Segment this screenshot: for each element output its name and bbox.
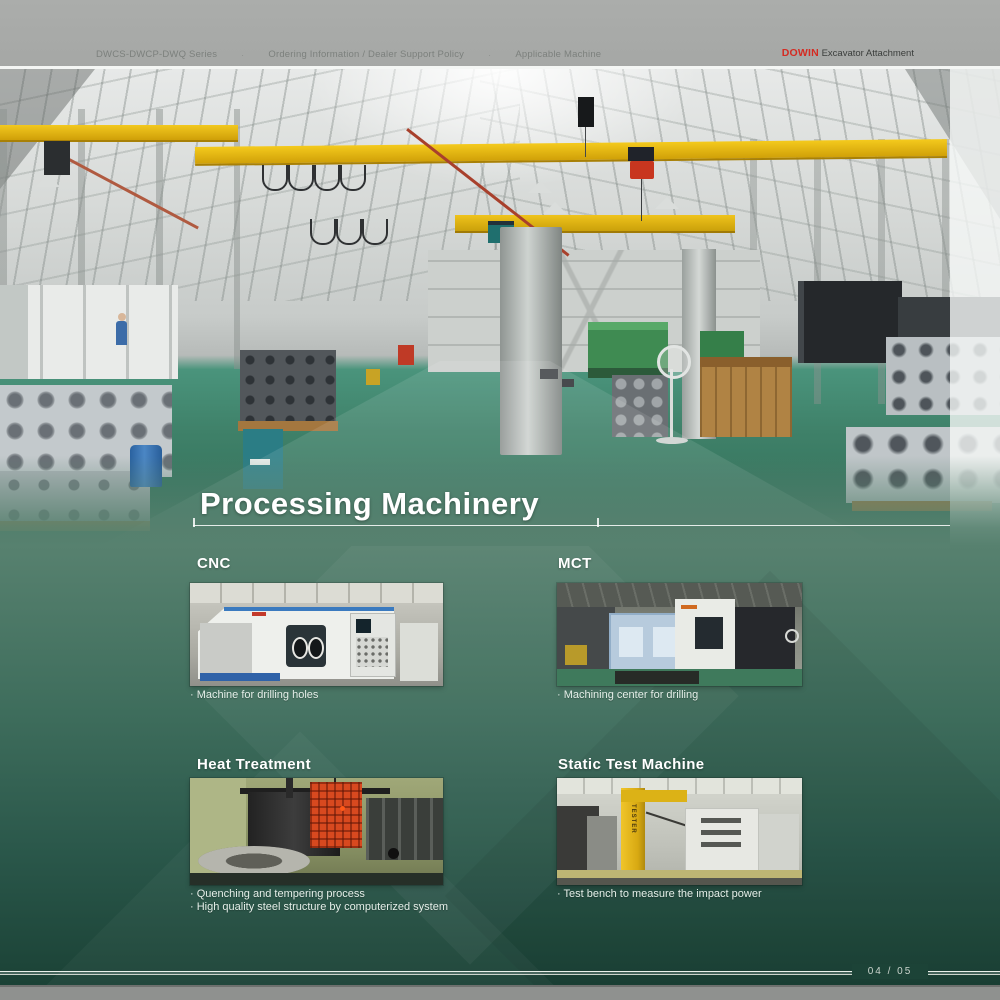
wooden-crate (700, 357, 792, 437)
hoist-trolley (628, 147, 654, 161)
photo-caption-line: · Test bench to measure the impact power (557, 888, 762, 901)
cabinet-vent (701, 830, 741, 835)
mct-window (619, 627, 643, 657)
green-machine (588, 322, 668, 378)
mct-logo-mark (681, 605, 697, 609)
caption-mct: · Machining center for drilling (557, 689, 698, 702)
nav-item-ordering: Ordering Information / Dealer Support Po… (268, 49, 464, 60)
cnc-keypad (356, 637, 388, 667)
content-section (0, 546, 1000, 985)
crane-beam-left (0, 125, 238, 142)
section-heading-mct: MCT (558, 555, 592, 572)
hanging-control-box (578, 97, 594, 127)
underline-tick (597, 518, 599, 527)
cable-loop-icon (288, 165, 314, 191)
hydraulic-hose (646, 812, 687, 827)
caption-heat-treatment: · Quenching and tempering process· High … (190, 888, 448, 914)
photo-caption-line: · Quenching and tempering process (190, 888, 448, 901)
cable-loop-icon (340, 165, 366, 191)
cylinder-rack (240, 350, 336, 422)
header-band: DWCS-DWCP-DWQ Series · Ordering Informat… (0, 0, 1000, 69)
red-box (398, 345, 414, 365)
nav-item-applicable: Applicable Machine (515, 49, 601, 60)
side-cabinet (400, 623, 438, 681)
cabinet-vent (701, 818, 741, 823)
caption-cnc: · Machine for drilling holes (190, 689, 318, 702)
photo-ceiling (190, 583, 443, 603)
cnc-logo-mark (252, 612, 266, 616)
static-test-photo: TESTER (557, 778, 802, 885)
dark-floor (190, 873, 443, 885)
cnc-blue-base (200, 673, 280, 681)
page-bottom-strip (0, 985, 1000, 1000)
dark-floor-strip (557, 878, 802, 885)
photo-caption-line: · Machine for drilling holes (190, 689, 318, 702)
mct-window (653, 627, 677, 657)
photo-caption-line: · High quality steel structure by comput… (190, 901, 448, 914)
yellow-equipment (565, 645, 587, 665)
caption-static-test: · Test bench to measure the impact power (557, 888, 762, 901)
heat-indicator-light (340, 806, 345, 811)
yellow-box (366, 369, 380, 385)
hoist-chain (585, 127, 586, 157)
cnc-porthole (308, 637, 324, 659)
cnc-blue-stripe (224, 607, 394, 611)
factory-hero-photo (0, 69, 1000, 546)
fan-head-icon (785, 629, 799, 643)
cable-loop-icon (262, 165, 288, 191)
nav-item-series: DWCS-DWCP-DWQ Series (96, 49, 217, 60)
cable-loop-icon (362, 219, 388, 245)
brand-name: DOWIN (782, 47, 819, 59)
furnace-pipe (286, 778, 293, 798)
cnc-porthole (292, 637, 308, 659)
dark-port (388, 848, 399, 859)
photo-caption-line: · Machining center for drilling (557, 689, 698, 702)
brand-suffix: Excavator Attachment (822, 48, 914, 59)
tester-label: TESTER (627, 804, 639, 864)
brochure-page: DWCS-DWCP-DWQ Series · Ordering Informat… (0, 0, 1000, 1000)
breadcrumb: DWCS-DWCP-DWQ Series · Ordering Informat… (96, 49, 601, 60)
worker-head (118, 313, 126, 321)
mct-door-window (695, 617, 723, 649)
page-title: Processing Machinery (200, 486, 539, 522)
mct-photo (557, 583, 802, 686)
section-heading-cnc: CNC (197, 555, 231, 572)
stand-fan-head (657, 345, 691, 379)
cable-loop-icon (314, 165, 340, 191)
heat-treatment-photo (190, 778, 443, 885)
cabinet-vent (701, 842, 741, 847)
yellow-test-arm (621, 790, 687, 802)
furnace-lid-ring (198, 846, 310, 876)
nav-separator-icon: · (241, 50, 244, 60)
page-number: 04 / 05 (852, 964, 928, 979)
section-heading-static-test: Static Test Machine (558, 756, 705, 773)
orange-crate (310, 782, 362, 848)
hoist-chain (641, 179, 642, 221)
footer-rule (0, 971, 1000, 975)
brand-logotype: DOWIN Excavator Attachment (782, 47, 914, 59)
gray-machine (587, 816, 617, 872)
stand-fan-pole (670, 369, 673, 439)
cable-loop-icon (336, 219, 362, 245)
underline-tick (193, 518, 195, 527)
cable-loop-icon (310, 219, 336, 245)
cnc-headstock (200, 623, 252, 679)
hoist-red-motor (630, 161, 654, 179)
gray-cabinet (759, 814, 799, 870)
section-heading-heat-treatment: Heat Treatment (197, 756, 311, 773)
machine-row-left (0, 285, 178, 379)
nav-separator-icon: · (488, 50, 491, 60)
cnc-screen (356, 619, 371, 633)
title-underline (193, 525, 950, 526)
hoist-left (44, 141, 70, 175)
cnc-photo (190, 583, 443, 686)
dark-floor-mat (615, 671, 699, 684)
dark-equipment (366, 798, 443, 860)
worker-figure (116, 321, 127, 345)
